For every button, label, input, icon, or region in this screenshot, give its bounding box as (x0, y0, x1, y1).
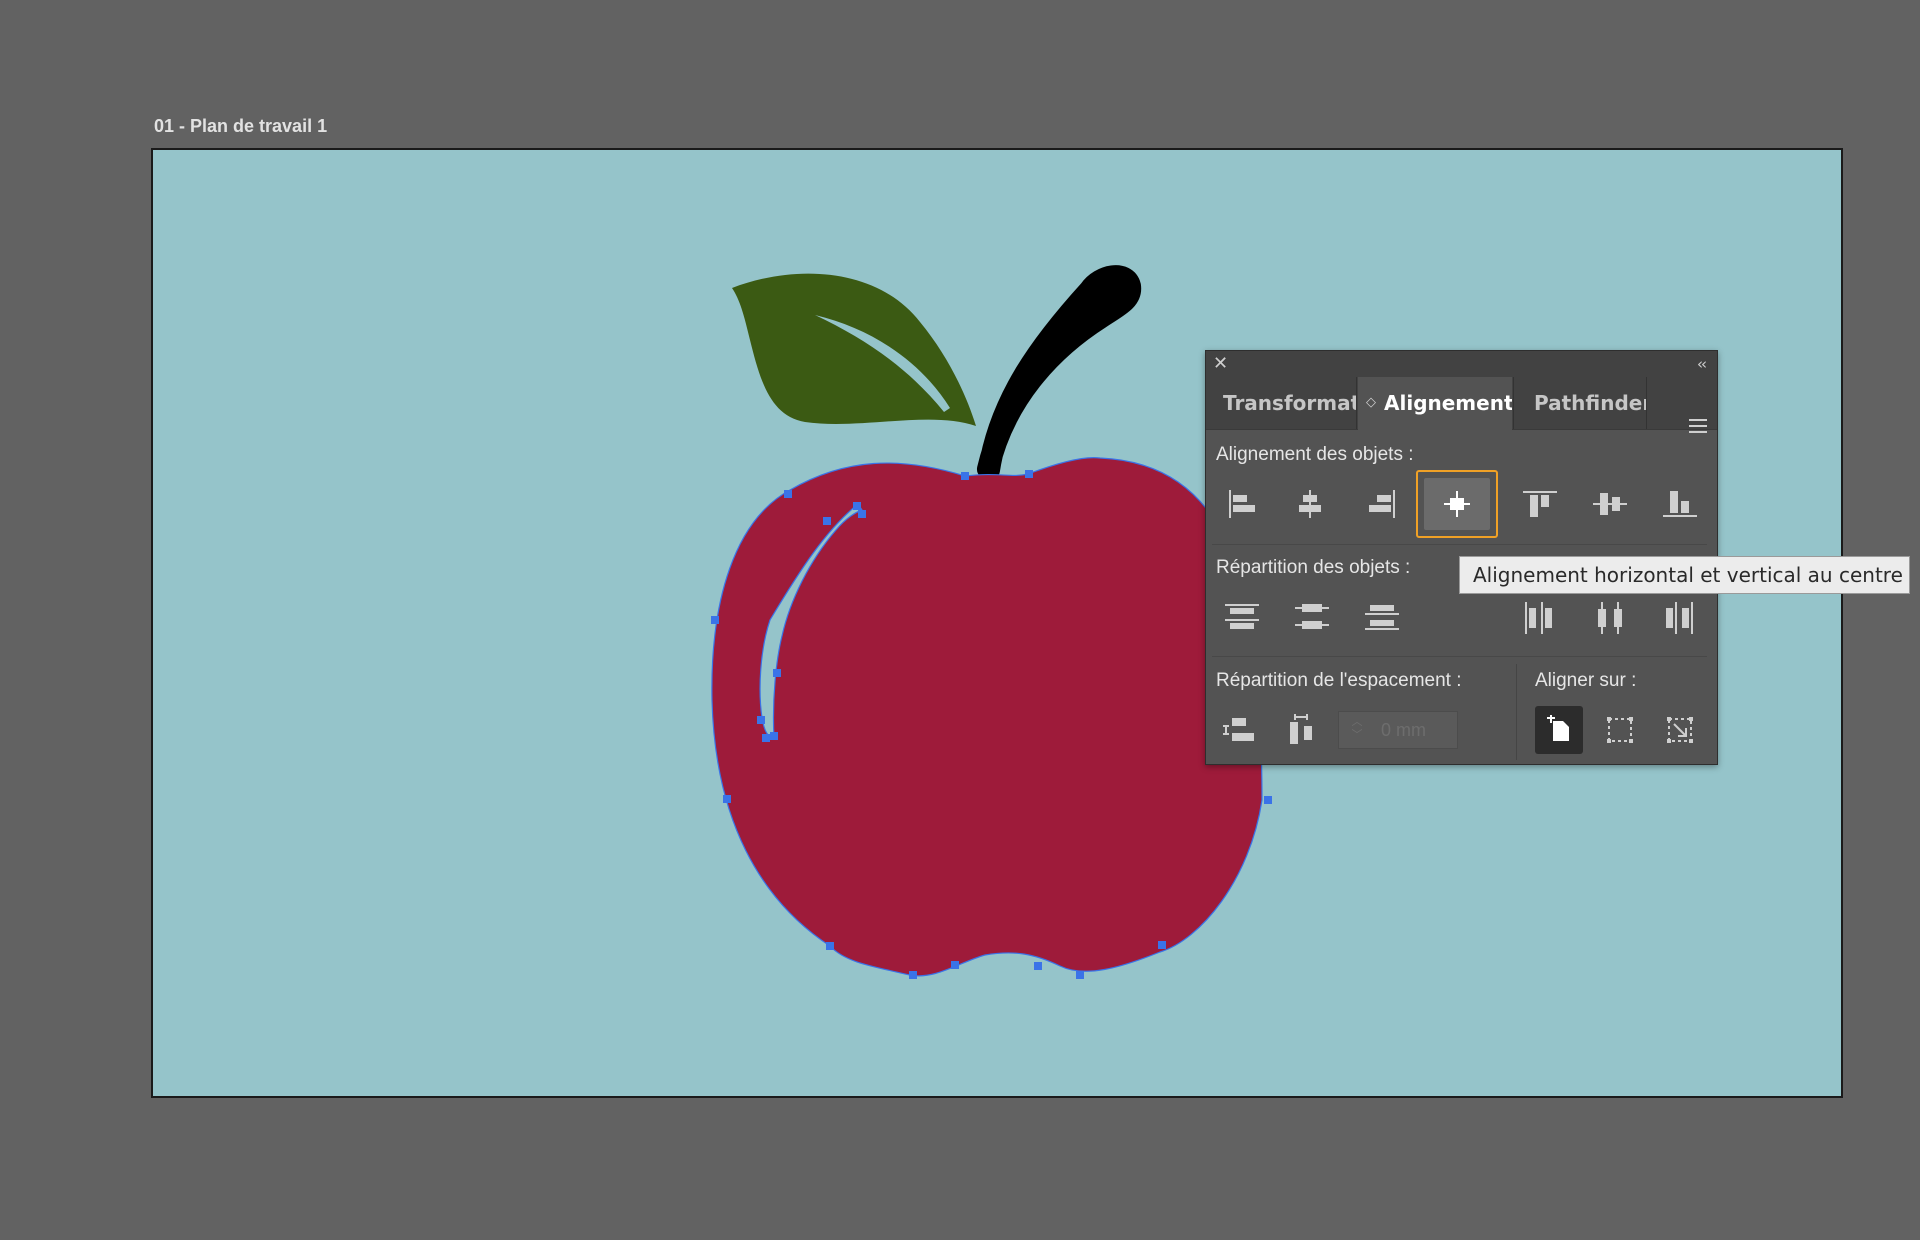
distribute-vertical-spacing-icon (1223, 718, 1254, 741)
panel-menu-icon[interactable] (1689, 419, 1707, 433)
distribute-top-button[interactable] (1218, 594, 1266, 642)
align-center-both-button[interactable] (1416, 470, 1498, 538)
separator (1516, 664, 1517, 760)
align-vertical-center-icon (1593, 493, 1627, 515)
distribute-horizontal-center-icon (1598, 602, 1622, 634)
tab-transform[interactable]: Transformati (1206, 377, 1357, 429)
tab-options-arrow-icon: ◇ (1366, 395, 1376, 410)
distribute-right-button[interactable] (1656, 594, 1704, 642)
tooltip: Alignement horizontal et vertical au cen… (1459, 556, 1910, 594)
distribute-left-button[interactable] (1516, 594, 1564, 642)
distribute-horizontal-center-button[interactable] (1586, 594, 1634, 642)
distribute-horizontal-spacing-icon (1290, 714, 1312, 744)
align-bottom-icon (1663, 491, 1697, 517)
distribute-right-icon (1666, 602, 1693, 634)
align-left-button[interactable] (1218, 480, 1266, 528)
tab-align-label: Alignement (1384, 391, 1512, 415)
spacing-value: 0 mm (1381, 720, 1426, 740)
tab-pathfinder[interactable]: Pathfinder (1513, 377, 1647, 429)
spacing-stepper-icon[interactable]: ︿ ﹀ (1347, 716, 1367, 744)
align-to-artboard-icon (1667, 717, 1693, 743)
distribute-top-icon (1225, 604, 1259, 629)
distribute-left-icon (1525, 602, 1552, 634)
separator (1212, 656, 1707, 657)
align-to-label: Aligner sur : (1535, 670, 1637, 691)
distribute-bottom-icon (1365, 605, 1399, 630)
tab-align[interactable]: ◇ Alignement (1358, 377, 1512, 430)
distribute-vertical-center-icon (1295, 604, 1329, 629)
align-to-key-object-button[interactable] (1535, 706, 1583, 754)
distribute-objects-label: Répartition des objets : (1216, 557, 1411, 578)
align-center-both-icon (1444, 491, 1470, 517)
align-objects-label: Alignement des objets : (1216, 444, 1414, 465)
collapse-icon[interactable]: ‹‹ (1697, 353, 1707, 375)
panel-tabbar: Transformati ◇ Alignement Pathfinder (1206, 377, 1717, 433)
close-icon[interactable]: ✕ (1213, 353, 1228, 375)
align-top-icon (1523, 491, 1557, 517)
align-horizontal-center-icon (1299, 490, 1321, 518)
align-right-button[interactable] (1358, 480, 1406, 528)
align-top-button[interactable] (1516, 480, 1564, 528)
align-bottom-button[interactable] (1656, 480, 1704, 528)
distribute-bottom-button[interactable] (1358, 594, 1406, 642)
align-to-artboard-button[interactable] (1656, 706, 1704, 754)
align-to-selection-button[interactable] (1596, 706, 1644, 754)
distribute-vertical-spacing-button[interactable] (1216, 706, 1264, 754)
align-vertical-center-button[interactable] (1586, 480, 1634, 528)
distribute-vertical-center-button[interactable] (1288, 594, 1336, 642)
align-right-icon (1369, 490, 1395, 518)
align-to-key-object-icon (1547, 715, 1569, 741)
align-horizontal-center-button[interactable] (1286, 480, 1334, 528)
align-left-icon (1229, 490, 1255, 518)
distribute-horizontal-spacing-button[interactable] (1278, 706, 1326, 754)
separator (1212, 544, 1707, 545)
distribute-spacing-label: Répartition de l'espacement : (1216, 670, 1462, 691)
spacing-value-input[interactable]: ︿ ﹀ 0 mm (1338, 711, 1458, 749)
artboard-label: 01 - Plan de travail 1 (154, 116, 328, 136)
align-to-selection-icon (1607, 717, 1633, 743)
panel-titlebar[interactable]: ✕ ‹‹ (1206, 351, 1717, 377)
